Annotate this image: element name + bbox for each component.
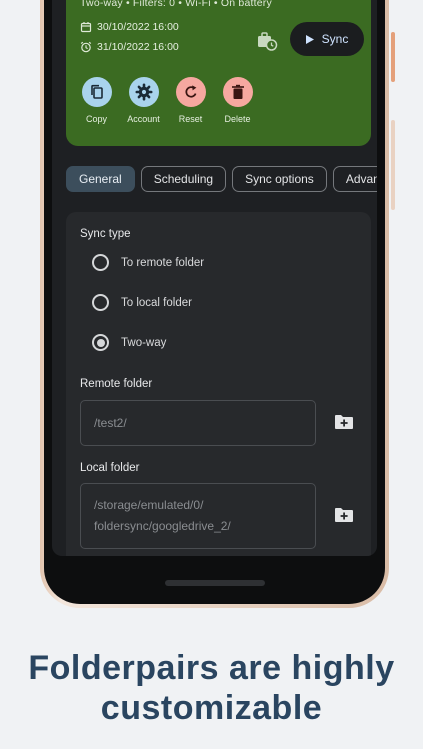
radio-two-way[interactable]: Two-way [92, 334, 166, 351]
tab-scheduling[interactable]: Scheduling [140, 166, 227, 192]
reset-label: Reset [178, 114, 203, 124]
remote-folder-input[interactable]: /test2/ [80, 400, 316, 446]
sync-button-label: Sync [321, 32, 349, 46]
reset-icon [175, 77, 206, 107]
phone-frame: Two-way • Filters: 0 • Wi-Fi • On batter… [40, 0, 395, 608]
power-button [391, 32, 395, 82]
calendar-icon [80, 22, 92, 33]
schedule-icon[interactable] [256, 30, 278, 52]
tab-advanced[interactable]: Advanced [332, 166, 377, 192]
next-sync-row: 31/10/2022 16:00 [80, 41, 179, 53]
last-sync-row: 30/10/2022 16:00 [80, 21, 179, 33]
remote-folder-title: Remote folder [80, 378, 153, 390]
home-indicator [164, 580, 265, 586]
radio-to-remote-folder[interactable]: To remote folder [92, 254, 204, 271]
tab-sync-options[interactable]: Sync options [232, 166, 327, 192]
phone-body: Two-way • Filters: 0 • Wi-Fi • On batter… [44, 0, 385, 604]
radio-label: Two-way [121, 336, 167, 349]
next-sync-time: 31/10/2022 16:00 [97, 41, 179, 53]
copy-icon [81, 77, 112, 107]
folder-add-icon[interactable] [334, 413, 354, 431]
copy-action[interactable]: Copy [76, 77, 117, 124]
radio-circle [92, 294, 109, 311]
radio-label: To local folder [121, 296, 192, 309]
sync-button[interactable]: Sync [290, 22, 364, 56]
alarm-icon [80, 41, 92, 53]
gear-icon [128, 77, 159, 107]
promo-caption: Folderpairs are highly customizable [0, 648, 423, 728]
account-label: Account [127, 114, 160, 124]
reset-action[interactable]: Reset [170, 77, 211, 124]
radio-label: To remote folder [121, 256, 205, 269]
local-folder-title: Local folder [80, 462, 140, 474]
play-icon [305, 34, 314, 44]
remote-folder-value: /test2/ [94, 416, 127, 430]
card-actions: Copy Account Reset Delete [76, 77, 258, 124]
app-screen: Two-way • Filters: 0 • Wi-Fi • On batter… [52, 0, 377, 556]
radio-circle [92, 254, 109, 271]
settings-tabs: General Scheduling Sync options Advanced [66, 166, 377, 192]
volume-button [391, 120, 395, 210]
copy-label: Copy [85, 114, 107, 124]
radio-circle-checked [92, 334, 109, 351]
caption-line-2: customizable [100, 689, 323, 727]
caption-line-1: Folderpairs are highly [28, 649, 395, 687]
sync-type-title: Sync type [80, 228, 131, 240]
delete-label: Delete [224, 114, 251, 124]
trash-icon [222, 77, 253, 107]
tab-general[interactable]: General [66, 166, 135, 192]
folder-add-icon[interactable] [334, 506, 354, 524]
account-action[interactable]: Account [123, 77, 164, 124]
folderpair-card: Two-way • Filters: 0 • Wi-Fi • On batter… [66, 0, 371, 146]
last-sync-time: 30/10/2022 16:00 [97, 21, 179, 33]
folderpair-summary: Two-way • Filters: 0 • Wi-Fi • On batter… [80, 0, 272, 9]
local-folder-value-line2: foldersync/googledrive_2/ [94, 519, 231, 533]
delete-action[interactable]: Delete [217, 77, 258, 124]
local-folder-input[interactable]: /storage/emulated/0/ foldersync/googledr… [80, 483, 316, 549]
local-folder-value-line1: /storage/emulated/0/ [94, 498, 204, 512]
general-panel: Sync type To remote folder To local fold… [66, 212, 371, 556]
radio-to-local-folder[interactable]: To local folder [92, 294, 192, 311]
